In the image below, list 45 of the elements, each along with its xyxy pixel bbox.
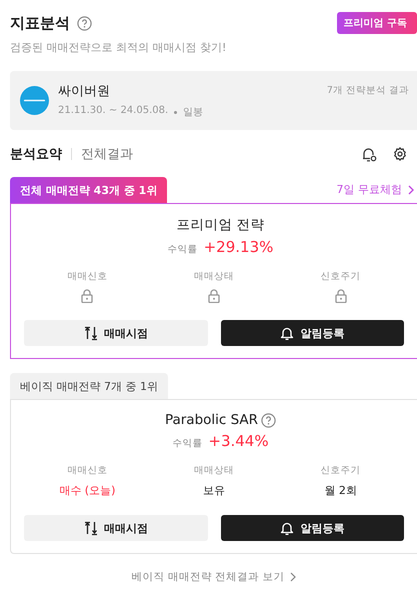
bell-settings-icon[interactable] xyxy=(362,146,377,162)
company-logo-icon xyxy=(20,86,49,115)
free-trial-link[interactable]: 7일 무료체험 xyxy=(336,182,402,197)
alert-button[interactable]: 알림등록 xyxy=(220,320,404,346)
up-down-arrows-icon xyxy=(84,520,98,536)
settings-icon[interactable] xyxy=(393,147,407,161)
subtitle: 검증된 매매전략으로 최적의 매매시점 찾기! xyxy=(10,40,228,55)
view-all-link[interactable]: 베이직 매매전략 전체결과 보기 xyxy=(131,570,284,584)
trade-points-button[interactable]: 매매시점 xyxy=(24,320,208,346)
stat-label: 매매상태 xyxy=(194,464,234,477)
stat-label: 신호주기 xyxy=(320,270,361,283)
page-title: 지표분석 xyxy=(10,14,70,32)
separator-dot-icon xyxy=(174,110,178,114)
strategy-name: Parabolic SAR xyxy=(164,412,258,428)
help-icon[interactable] xyxy=(77,16,92,30)
return-value: +29.13% xyxy=(204,238,274,256)
stat-value: 매수 (오늘) xyxy=(59,483,116,498)
tab[interactable]: 전체결과 xyxy=(81,145,133,163)
stat-label: 신호주기 xyxy=(320,464,361,477)
chart-interval: 일봉 xyxy=(183,106,204,119)
help-icon[interactable] xyxy=(261,412,276,428)
lock-icon xyxy=(334,289,347,303)
alert-button[interactable]: 알림등록 xyxy=(220,515,404,541)
return-label: 수익률 xyxy=(172,437,202,450)
lock-icon xyxy=(208,289,220,303)
stock-name: 싸이버원 xyxy=(58,83,111,100)
lock-icon xyxy=(81,289,94,303)
strategy-name: 프리미엄 전략 xyxy=(176,216,265,234)
stat-label: 매매상태 xyxy=(194,270,234,283)
bell-icon xyxy=(280,520,294,536)
up-down-arrows-icon xyxy=(84,326,98,340)
chevron-right-icon xyxy=(290,572,296,582)
tab[interactable]: 분석요약 xyxy=(10,145,62,163)
trade-points-button[interactable]: 매매시점 xyxy=(24,515,208,541)
return-value: +3.44% xyxy=(208,432,269,450)
stat-value: 보유 xyxy=(202,483,225,498)
return-label: 수익률 xyxy=(168,243,198,256)
result-count: 7개 전략분석 결과 xyxy=(326,84,409,97)
stat-label: 매매신호 xyxy=(67,464,108,477)
stat-label: 매매신호 xyxy=(67,270,108,283)
date-range: 21.11.30. ~ 24.05.08. xyxy=(58,105,168,118)
premium-subscribe-button[interactable]: 프리미엄 구독 xyxy=(336,12,417,34)
bell-icon xyxy=(280,326,294,340)
stat-value: 월 2회 xyxy=(324,483,357,498)
chevron-right-icon xyxy=(408,184,414,194)
